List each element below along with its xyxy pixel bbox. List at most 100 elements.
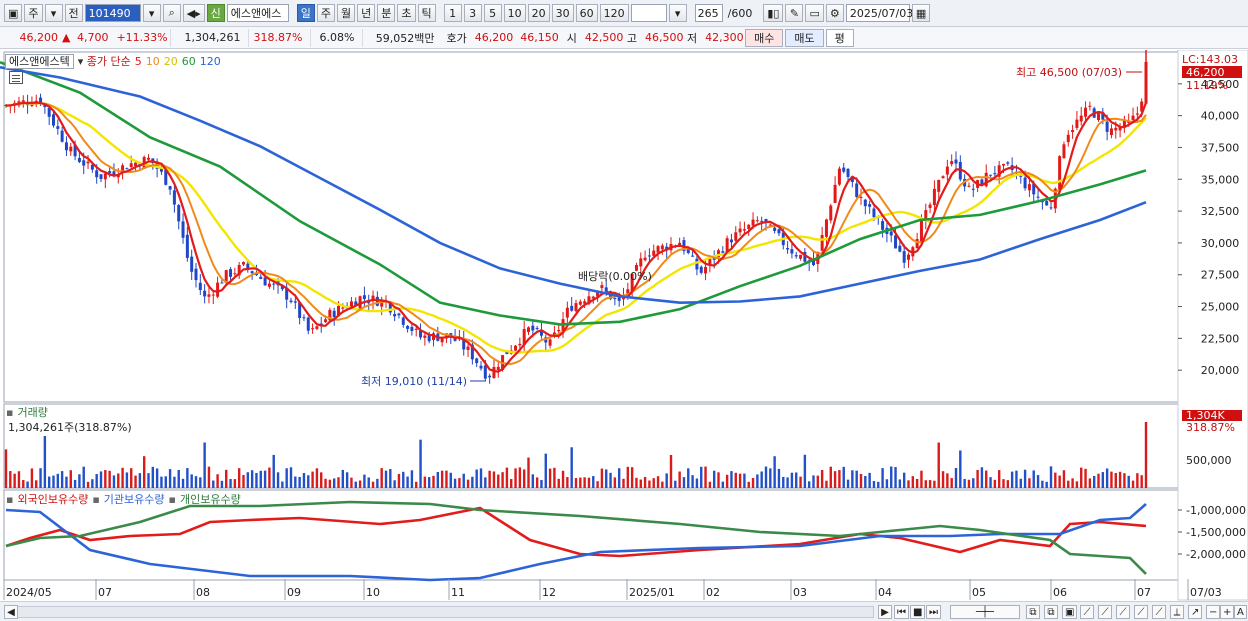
price-chart[interactable]: 42,50040,00037,50035,00032,50030,00027,5… [0,50,1248,601]
data-grid-icon[interactable] [9,71,23,84]
candle-body [198,282,202,291]
stock-name-field[interactable]: 에스앤에스 [226,4,289,22]
volume-bar [272,454,275,488]
volume-bar [777,468,781,488]
scroll-left-icon[interactable]: ◀ [4,605,18,619]
trend-tool-icon[interactable]: ⟋ [1098,605,1112,619]
arrow-tool-icon[interactable]: ↗ [1188,605,1203,619]
y-tick-label: 32,500 [1201,205,1240,218]
fast-forward-icon[interactable]: ⏭ [926,605,941,619]
unit-custom-input[interactable] [630,4,667,22]
period-second-button[interactable]: 초 [397,4,416,22]
unit-120-button[interactable]: 120 [599,4,629,22]
candle-type-icon[interactable]: ▮▯ [763,4,784,22]
window-menu-icon[interactable]: ▣ [4,4,23,22]
count-input[interactable]: 265 [694,4,723,22]
unit-5-button[interactable]: 5 [483,4,502,22]
text-tool-icon[interactable]: ⟂ [1170,605,1184,619]
copy-icon[interactable]: ⧉ [1044,605,1058,619]
candle-body [414,328,418,330]
gear-icon[interactable]: ⚙ [825,4,844,22]
calendar-icon[interactable]: ▦ [911,4,931,22]
candle-body [773,227,777,231]
unit-1-button[interactable]: 1 [443,4,462,22]
fibo-tool-icon[interactable]: ⟋ [1116,605,1130,619]
volume-bar [233,479,237,488]
candle-body [514,345,518,351]
volume-bar [1097,473,1100,488]
horizontal-scrollbar[interactable] [4,606,874,618]
candle-body [246,263,250,269]
legend-stock-name[interactable]: 에스앤에스텍 [5,53,74,69]
unit-dropdown-icon[interactable]: ▾ [668,4,687,22]
volume-bar [220,480,224,488]
candle-body [738,228,742,233]
period-year-button[interactable]: 년 [357,4,376,22]
period-week-button[interactable]: 주 [316,4,336,22]
sell-label: 매도 [794,31,815,45]
line-tool-icon[interactable]: ⟋ [1080,605,1094,619]
drawing-tool-icon[interactable]: ✎ [785,4,804,22]
volume-bar [1036,475,1040,488]
zoom-slider[interactable]: ─┼─ [950,605,1020,619]
compare-icon[interactable]: ⧉ [1026,605,1040,619]
candle-body [1071,130,1075,133]
volume-bar [130,468,133,488]
volume-bar [721,481,725,488]
sell-button[interactable]: 매도 [785,28,824,47]
stop-icon[interactable]: ■ [910,605,926,619]
volume-bar [1062,470,1066,488]
unit-10-button[interactable]: 10 [503,4,526,22]
low-price: 42,300 [705,31,744,44]
zoom-out-icon[interactable]: − [1206,605,1221,619]
candle-body [1058,156,1062,191]
unit-60-button[interactable]: 60 [575,4,598,22]
ma-title-text: 종가 단순 [86,55,131,68]
rewind-icon[interactable]: ⏮ [894,605,909,619]
market-dropdown-icon[interactable]: ▾ [44,4,63,22]
period-day-button[interactable]: 일 [296,4,315,22]
unit-3-button[interactable]: 3 [463,4,482,22]
market-select[interactable]: 주 [24,4,43,22]
x-tick-label: 12 [542,586,556,599]
period-minute-button[interactable]: 분 [377,4,396,22]
candle-body [479,365,483,369]
volume-bar [1023,469,1027,488]
unit-30-button[interactable]: 30 [551,4,574,22]
volume-bar [35,480,38,488]
volume-bar [855,470,858,488]
credit-badge-label: 신 [210,7,221,20]
volume-bar [298,476,301,488]
angle-tool-icon[interactable]: ⟋ [1152,605,1166,619]
zoom-in-icon[interactable]: + [1220,605,1235,619]
prev-button[interactable]: 전 [64,4,83,22]
buy-button[interactable]: 매수 [745,28,784,47]
screen-icon[interactable]: ▣ [1062,605,1078,619]
volume-bar [700,466,703,488]
candle-body [1023,177,1027,189]
search-icon[interactable]: ⌕ [162,4,181,22]
volume-bar [920,470,923,488]
chart-window-icon[interactable]: ▭ [805,4,824,22]
unit-20-button[interactable]: 20 [527,4,550,22]
date-input[interactable]: 2025/07/03 [845,4,913,22]
stock-code-input[interactable]: 101490 [84,4,141,22]
unit-label: 120 [603,6,625,20]
volume-bar [959,450,962,488]
period-month-button[interactable]: 월 [337,4,356,22]
candle-body [492,366,496,378]
text-size-icon[interactable]: A [1234,605,1247,619]
code-dropdown-icon[interactable]: ▾ [142,4,161,22]
scroll-right-icon[interactable]: ▶ [878,605,892,619]
candle-body [483,365,487,379]
candle-body [1019,175,1023,177]
channel-tool-icon[interactable]: ⟋ [1134,605,1148,619]
candle-body [475,358,479,364]
speaker-icon[interactable]: ◀▸ [182,4,205,22]
period-tick-button[interactable]: 틱 [417,4,436,22]
candle-body [859,196,863,198]
eval-button[interactable]: 평 [825,28,854,47]
ma-10-legend: 10 [145,54,160,68]
volume-bar [345,472,349,488]
volume-bar [1058,475,1061,488]
